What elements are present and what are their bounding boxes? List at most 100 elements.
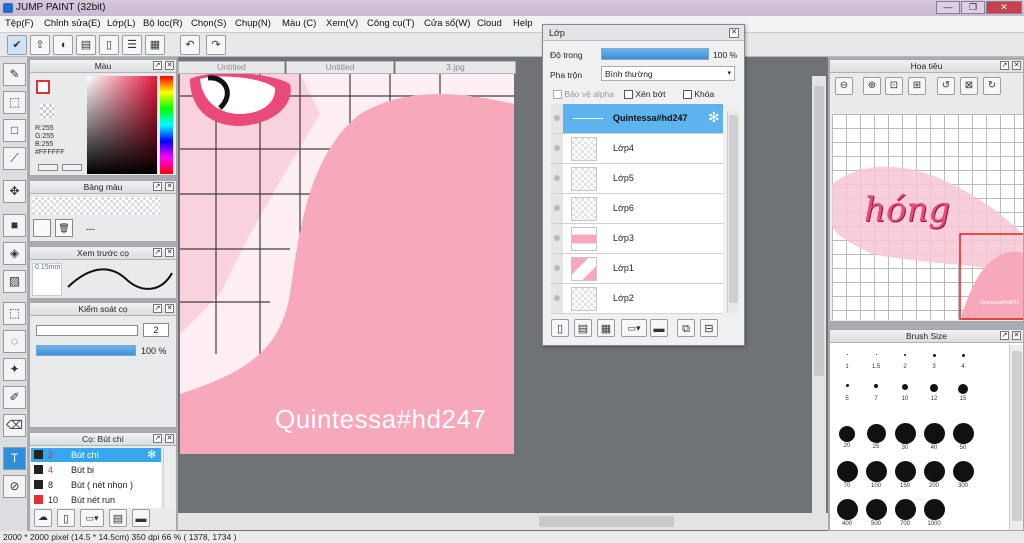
tab-untitled-2[interactable]: Untitled [286, 61, 394, 74]
brush-size-option[interactable]: 100 [863, 461, 889, 489]
layer-settings-icon[interactable]: ▦ [597, 319, 615, 337]
brush-size-value[interactable]: 2 [143, 323, 169, 337]
layer-row[interactable]: Lớp2 [563, 284, 723, 314]
brush-size-option[interactable]: 25 [863, 424, 889, 450]
brush-size-option[interactable]: 20 [834, 426, 860, 449]
export-icon[interactable]: ⇪ [30, 35, 50, 55]
brush-size-scrollbar[interactable] [1009, 345, 1023, 530]
select-eraser-icon[interactable]: ⌫ [3, 414, 26, 437]
layer-folder-icon[interactable]: ▬ [650, 319, 668, 337]
check-icon[interactable]: ✔ [7, 35, 27, 55]
close-icon[interactable]: ✕ [1012, 61, 1021, 70]
layer-visibility-toggle[interactable] [551, 164, 563, 194]
select-rect-icon[interactable]: ⬚ [3, 302, 26, 325]
close-icon[interactable]: ✕ [165, 304, 174, 313]
brush-size-option[interactable]: 40 [921, 423, 947, 451]
layer-visibility-toggle[interactable] [551, 284, 563, 314]
brush-size-option[interactable]: 1 [836, 354, 858, 370]
brush-size-option[interactable]: 70 [834, 461, 860, 489]
select-pen-icon[interactable]: ✐ [3, 386, 26, 409]
line-icon[interactable]: ⟋ [3, 147, 26, 170]
float-icon[interactable]: ↗ [153, 304, 162, 313]
canvas-vertical-scrollbar[interactable] [812, 76, 826, 516]
brush-list-scrollbar[interactable] [163, 448, 175, 508]
float-icon[interactable]: ↗ [153, 61, 162, 70]
rectangle-icon[interactable]: □ [3, 119, 26, 142]
brush-size-option[interactable]: 15 [952, 384, 974, 402]
message-icon[interactable]: ▤ [76, 35, 96, 55]
brush-size-option[interactable]: 7 [865, 384, 887, 402]
tab-3jpg[interactable]: 3.jpg [395, 61, 516, 74]
brush-settings-icon[interactable]: ▤ [109, 509, 127, 527]
swatch-mode-button[interactable] [38, 164, 58, 171]
menu-tools[interactable]: Công cụ(T) [367, 18, 415, 29]
hue-slider[interactable] [160, 76, 173, 174]
reset-rotate-icon[interactable]: ⊠ [960, 77, 978, 95]
layer-row[interactable]: Lớp5 [563, 164, 723, 194]
menu-window[interactable]: Cửa sổ(W) [424, 18, 470, 29]
primary-color-swatch[interactable] [36, 80, 50, 94]
secondary-color-swatch[interactable] [40, 104, 54, 118]
layer-row[interactable]: Lớp6 [563, 194, 723, 224]
brush-size-option[interactable]: 400 [834, 499, 860, 527]
close-icon[interactable]: ✕ [165, 182, 174, 191]
float-icon[interactable]: ↗ [1000, 331, 1009, 340]
new-layer-copy-icon[interactable]: ▤ [574, 319, 592, 337]
gear-icon[interactable]: ✻ [708, 109, 720, 126]
layer-scroll-thumb[interactable] [729, 115, 738, 303]
menu-cloud[interactable]: Cloud [477, 18, 502, 29]
menu-file[interactable]: Tệp(F) [5, 18, 34, 29]
eraser-icon[interactable]: ⬚ [3, 91, 26, 114]
move-icon[interactable]: ✥ [3, 180, 26, 203]
layer-visibility-toggle[interactable] [551, 224, 563, 254]
fill-rect-icon[interactable]: ■ [3, 214, 26, 237]
text-icon[interactable]: T [3, 447, 26, 470]
menu-layer[interactable]: Lớp(L) [107, 18, 135, 29]
undo-icon[interactable]: ↶ [180, 35, 200, 55]
brush-item-ballpoint[interactable]: 4 Bút bi [31, 463, 161, 477]
brush-size-option[interactable]: 4 [952, 354, 974, 370]
menu-capture[interactable]: Chụp(N) [235, 18, 271, 29]
delete-palette-icon[interactable]: 🗑 [55, 219, 73, 237]
menu-help[interactable]: Help [513, 18, 533, 29]
brush-size-option[interactable]: 50 [950, 423, 976, 451]
brush-size-option[interactable]: 700 [892, 499, 918, 527]
float-icon[interactable]: ↗ [153, 248, 162, 257]
lasso-icon[interactable]: ◌ [3, 330, 26, 353]
layer-visibility-toggle[interactable] [551, 104, 563, 134]
folder-icon[interactable]: ▬ [132, 509, 150, 527]
brush-size-option[interactable]: 30 [892, 423, 918, 451]
layer-visibility-toggle[interactable] [551, 134, 563, 164]
close-icon[interactable]: ✕ [729, 28, 739, 38]
layer-row[interactable]: Lớp4 [563, 134, 723, 164]
clip-toggle[interactable]: Xén bớt [624, 89, 666, 100]
palette-swatches[interactable] [32, 197, 160, 215]
brush-item-pencil[interactable]: 2 Bút chì ✻ [31, 448, 161, 462]
document-icon[interactable]: ▯ [99, 35, 119, 55]
list-icon[interactable]: ☰ [122, 35, 142, 55]
layer-visibility-toggle[interactable] [551, 194, 563, 224]
brush-size-option[interactable]: 1000 [921, 499, 947, 527]
zoom-out-icon[interactable]: ⊖ [835, 77, 853, 95]
brush-size-option[interactable]: 10 [894, 384, 916, 402]
float-icon[interactable]: ↗ [153, 182, 162, 191]
brush-size-option[interactable]: 5 [836, 384, 858, 402]
rotate-left-icon[interactable]: ↺ [937, 77, 955, 95]
magic-wand-icon[interactable]: ✦ [3, 358, 26, 381]
layer-row-selected[interactable]: Quintessa#hd247 ✻ [563, 104, 723, 134]
close-icon[interactable]: ✕ [165, 248, 174, 257]
layer-list-scrollbar[interactable] [727, 111, 739, 313]
gear-icon[interactable]: ✻ [147, 448, 156, 461]
layer-opacity-slider[interactable] [601, 48, 709, 60]
redo-icon[interactable]: ↷ [206, 35, 226, 55]
new-brush-icon[interactable]: ▯ [57, 509, 75, 527]
new-layer-icon[interactable]: ▯ [551, 319, 569, 337]
rotate-right-icon[interactable]: ↻ [983, 77, 1001, 95]
maximize-button[interactable]: ❐ [961, 1, 985, 14]
horizontal-scroll-thumb[interactable] [539, 516, 674, 527]
brush-item-sharp-pen[interactable]: 8 Bút ( nét nhọn ) [31, 478, 161, 492]
minimize-button[interactable]: — [936, 1, 960, 14]
swatch-mode-button-2[interactable] [62, 164, 82, 171]
layer-visibility-toggle[interactable] [551, 254, 563, 284]
cloud-download-icon[interactable]: ☁ [34, 509, 52, 527]
